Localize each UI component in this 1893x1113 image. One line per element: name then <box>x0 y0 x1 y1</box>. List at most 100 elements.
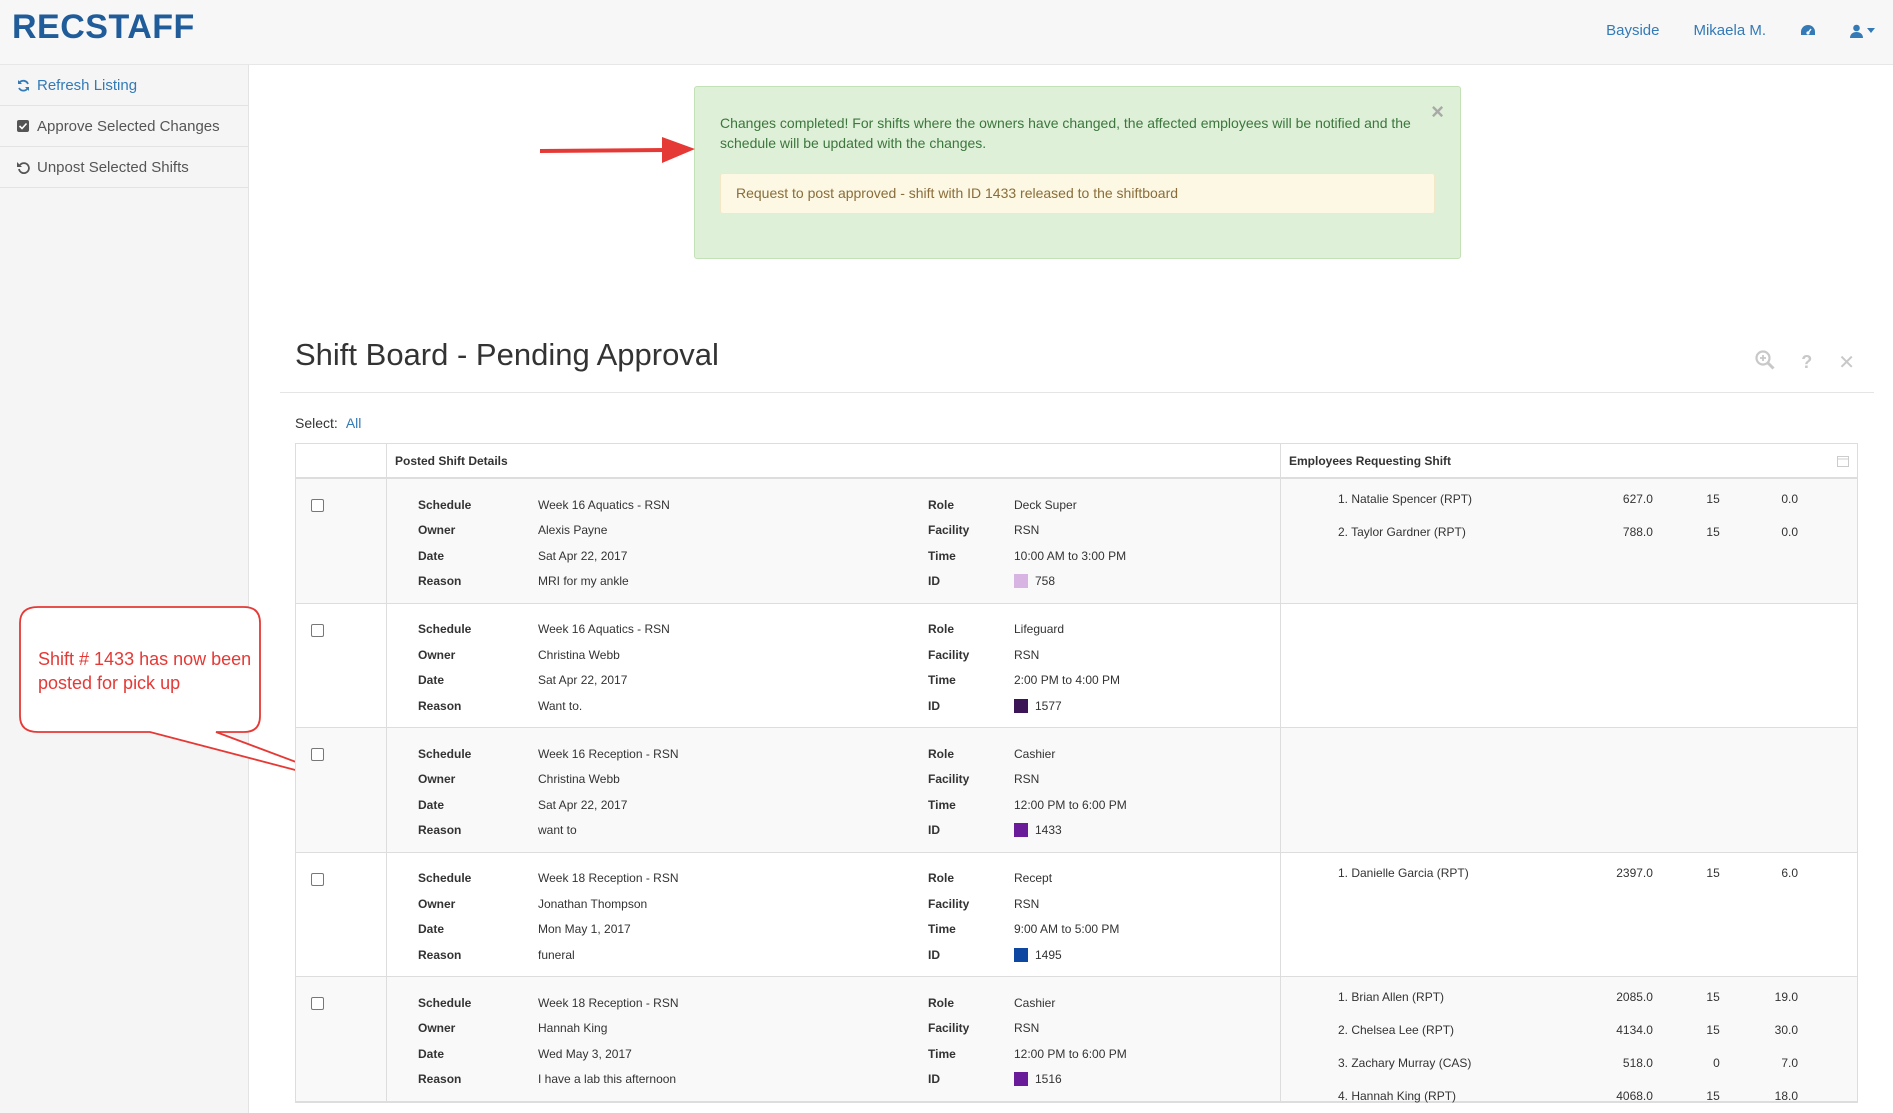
role-value-wrap: Cashier <box>1014 747 1055 761</box>
id-value-wrap: 1495 <box>1014 947 1062 962</box>
facility-label: Facility <box>928 772 970 787</box>
employee-points: 30.0 <box>1774 1023 1798 1037</box>
close-icon[interactable]: × <box>1431 101 1444 123</box>
zoom-in-icon[interactable] <box>1755 350 1775 375</box>
schedule-value: Week 16 Aquatics - RSN <box>538 497 670 512</box>
header-employees-requesting[interactable]: Employees Requesting Shift <box>1281 444 1857 477</box>
employee-request-item[interactable]: 1. Natalie Spencer (RPT) 627.0 15 0.0 <box>1338 492 1798 525</box>
facility-label: Facility <box>928 523 970 538</box>
approve-selected-changes-button[interactable]: Approve Selected Changes <box>0 106 248 147</box>
row-checkbox[interactable] <box>311 623 324 637</box>
role-value: Deck Super <box>1014 497 1077 512</box>
employee-request-item[interactable]: 4. Hannah King (RPT) 4068.0 15 18.0 <box>1338 1089 1798 1113</box>
shift-color-swatch <box>1014 574 1028 589</box>
select-all-link[interactable]: All <box>346 415 362 431</box>
row-checkbox[interactable] <box>311 872 324 886</box>
help-icon[interactable]: ? <box>1801 352 1812 373</box>
employee-hours: 4068.0 <box>1616 1089 1653 1103</box>
top-navbar: RECSTAFF Bayside Mikaela M. <box>0 0 1893 65</box>
shift-details-cell: Schedule Week 18 Reception - RSN Role Recep… <box>387 852 1281 976</box>
reason-label: Reason <box>418 698 462 713</box>
location-link[interactable]: Bayside <box>1606 22 1659 39</box>
reason-value: Want to. <box>538 698 583 713</box>
approval-notice: Request to post approved - shift with ID… <box>720 173 1435 214</box>
reason-label: Reason <box>418 823 462 838</box>
unpost-selected-shifts-button[interactable]: Unpost Selected Shifts <box>0 147 248 188</box>
time-value-wrap: 2:00 PM to 4:00 PM <box>1014 673 1120 687</box>
detail-row: Reason I have a lab this afternoon ID 1516 <box>418 1067 1127 1093</box>
table-header: Posted Shift Details Employees Requestin… <box>296 444 1857 479</box>
employee-request-item[interactable]: 1. Danielle Garcia (RPT) 2397.0 15 6.0 <box>1338 866 1798 899</box>
time-label: Time <box>928 922 956 937</box>
detail-row: Date Sat Apr 22, 2017 Time 12:00 PM to 6:00… <box>418 792 1127 818</box>
table-row: Schedule Week 16 Aquatics - RSN Role Deck S… <box>296 479 1857 604</box>
employee-name: 1. Danielle Garcia (RPT) <box>1338 865 1469 880</box>
owner-label: Owner <box>418 772 456 787</box>
date-value: Wed May 3, 2017 <box>538 1046 632 1061</box>
owner-label: Owner <box>418 1021 456 1036</box>
owner-value: Christina Webb <box>538 647 620 662</box>
schedule-value: Week 18 Reception - RSN <box>538 871 679 886</box>
detail-row: Owner Christina Webb Facility RSN <box>418 767 1127 793</box>
reason-label: Reason <box>418 574 462 589</box>
row-checkbox[interactable] <box>311 748 324 761</box>
employee-hours: 627.0 <box>1622 492 1653 506</box>
user-name-link[interactable]: Mikaela M. <box>1693 22 1766 39</box>
owner-value: Jonathan Thompson <box>538 896 648 911</box>
refresh-listing-button[interactable]: Refresh Listing <box>0 65 248 106</box>
employee-priority: 15 <box>1706 1089 1720 1103</box>
row-checkbox[interactable] <box>311 997 324 1010</box>
detail-row: Schedule Week 16 Aquatics - RSN Role Deck S… <box>418 492 1126 518</box>
employee-priority: 15 <box>1706 865 1720 880</box>
date-value: Sat Apr 22, 2017 <box>538 673 628 688</box>
detail-row: Owner Hannah King Facility RSN <box>418 1016 1127 1042</box>
id-label: ID <box>928 698 940 713</box>
employee-request-item[interactable]: 3. Zachary Murray (CAS) 518.0 0 7.0 <box>1338 1056 1798 1089</box>
id-value: 1516 <box>1035 1072 1062 1087</box>
header-checkbox-col <box>296 444 387 477</box>
role-label: Role <box>928 497 955 512</box>
schedule-label: Schedule <box>418 746 472 761</box>
detail-row: Date Mon May 1, 2017 Time 9:00 AM to 5:00 P… <box>418 917 1119 943</box>
id-value: 1495 <box>1035 947 1062 962</box>
row-select-cell <box>296 977 387 1101</box>
employee-name: 4. Hannah King (RPT) <box>1338 1089 1457 1103</box>
id-value: 758 <box>1035 574 1056 589</box>
detail-row: Schedule Week 18 Reception - RSN Role Recep… <box>418 866 1119 892</box>
row-checkbox[interactable] <box>311 499 324 512</box>
title-divider <box>280 392 1874 393</box>
employee-priority: 15 <box>1706 525 1720 539</box>
reason-value: want to <box>538 823 577 838</box>
facility-label: Facility <box>928 647 970 662</box>
dashboard-icon[interactable] <box>1800 24 1816 38</box>
user-menu-icon[interactable] <box>1850 24 1875 38</box>
employee-request-item[interactable]: 1. Brian Allen (RPT) 2085.0 15 19.0 <box>1338 990 1798 1023</box>
header-posted-shift-details[interactable]: Posted Shift Details <box>387 444 1281 477</box>
role-value: Lifeguard <box>1014 622 1065 637</box>
shift-table: Posted Shift Details Employees Requestin… <box>295 443 1858 1103</box>
brand-logo[interactable]: RECSTAFF <box>12 8 195 47</box>
role-value-wrap: Deck Super <box>1014 498 1077 512</box>
close-panel-icon[interactable]: ✕ <box>1838 350 1855 375</box>
detail-row: Owner Jonathan Thompson Facility RSN <box>418 891 1119 917</box>
detail-row: Reason Want to. ID 1577 <box>418 693 1120 719</box>
calendar-icon[interactable] <box>1837 455 1849 470</box>
facility-value: RSN <box>1014 647 1040 662</box>
shift-color-swatch <box>1014 947 1028 962</box>
employee-request-item[interactable]: 2. Chelsea Lee (RPT) 4134.0 15 30.0 <box>1338 1023 1798 1056</box>
shift-details-cell: Schedule Week 16 Aquatics - RSN Role Deck S… <box>387 479 1281 603</box>
detail-row: Date Sat Apr 22, 2017 Time 2:00 PM to 4:00 … <box>418 668 1120 694</box>
time-label: Time <box>928 548 956 563</box>
employee-name: 3. Zachary Murray (CAS) <box>1338 1056 1472 1070</box>
schedule-value: Week 16 Aquatics - RSN <box>538 622 670 637</box>
facility-value: RSN <box>1014 523 1040 538</box>
reason-label: Reason <box>418 1072 462 1087</box>
employee-request-item[interactable]: 2. Taylor Gardner (RPT) 788.0 15 0.0 <box>1338 525 1798 558</box>
date-value: Sat Apr 22, 2017 <box>538 548 628 563</box>
caret-down-icon <box>1867 28 1875 33</box>
employee-hours: 518.0 <box>1622 1056 1653 1070</box>
time-value-wrap: 9:00 AM to 5:00 PM <box>1014 922 1119 936</box>
success-alert: Changes completed! For shifts where the … <box>694 86 1461 259</box>
role-value-wrap: Cashier <box>1014 996 1055 1010</box>
time-value-wrap: 10:00 AM to 3:00 PM <box>1014 549 1126 563</box>
